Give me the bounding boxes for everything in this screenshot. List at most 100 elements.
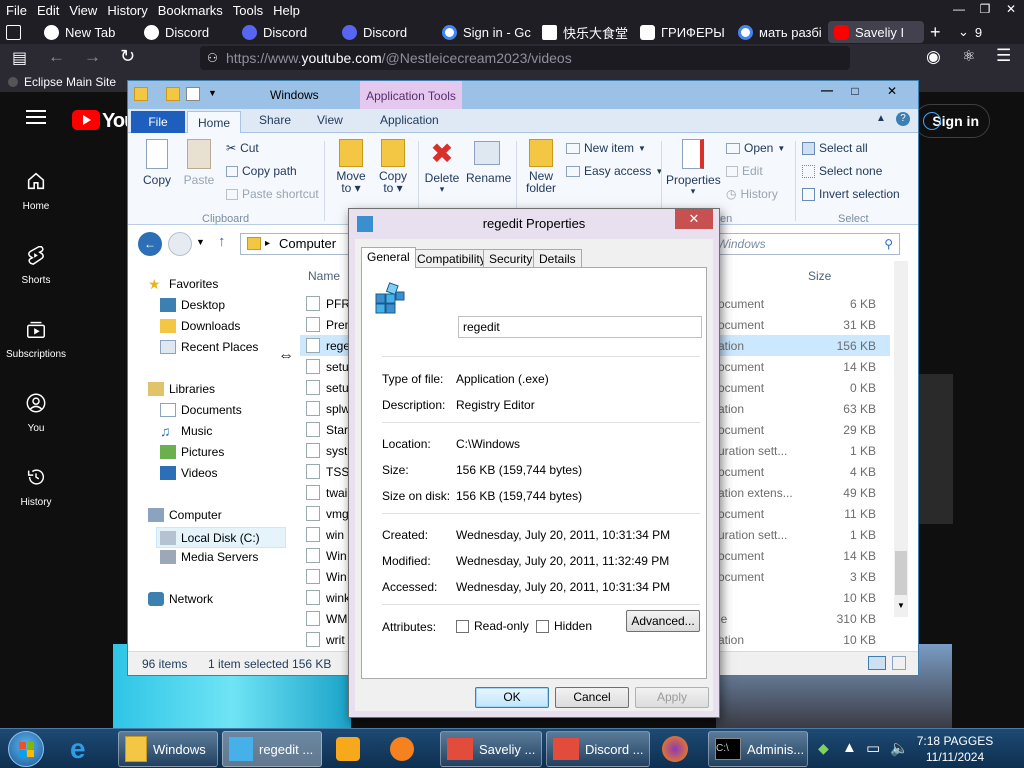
tab-griefers[interactable]: ГРИФЕРЫ [634,21,732,43]
nav-documents[interactable]: Documents [160,403,242,417]
nav-recent-places[interactable]: Recent Places [160,340,258,354]
minimize-icon[interactable]: — [946,0,972,18]
forward-icon[interactable]: → [84,47,101,67]
move-to-button[interactable]: Move to ▾ [334,139,368,194]
tab-share[interactable]: Share [259,113,291,127]
help-icon[interactable]: ? [896,112,910,126]
open-button[interactable]: Open ▼ [726,141,785,155]
tab-security[interactable]: Security [483,249,539,267]
taskbar-uc-browser[interactable] [384,731,430,767]
file-name-input[interactable]: regedit [458,316,702,338]
vertical-scrollbar[interactable]: ▼ [894,261,908,617]
chevron-up-icon[interactable]: ▲ [876,113,886,124]
new-folder-quick-icon[interactable] [186,87,200,101]
tab-compatibility[interactable]: Compatibility [411,249,492,267]
breadcrumb-computer[interactable]: Computer [279,236,336,251]
volume-muted-icon[interactable]: 🔈 [890,739,909,757]
new-item-button[interactable]: New item ▼ [566,141,646,155]
details-view-icon[interactable] [868,656,886,670]
nav-libraries[interactable]: Libraries [148,382,215,396]
menu-hamburger-icon[interactable]: ☰ [996,46,1011,66]
firefox-view-button[interactable] [0,21,38,43]
close-icon[interactable]: ✕ [870,81,914,101]
back-icon[interactable]: ← [138,232,162,256]
yt-nav-shorts[interactable]: Shorts [0,244,72,286]
apply-button[interactable]: Apply [635,687,709,708]
taskbar-media-player[interactable] [330,731,376,767]
nav-desktop[interactable]: Desktop [160,298,225,312]
large-icons-view-icon[interactable] [892,656,906,670]
properties-quick-icon[interactable] [166,87,180,101]
copy-button[interactable]: Copy [140,139,174,187]
menu-bookmarks[interactable]: Bookmarks [153,3,228,18]
tab-chinese[interactable]: 快乐大食堂 [536,21,634,43]
up-arrow-icon[interactable]: ↑ [218,233,226,250]
taskbar-saveliy[interactable]: Saveliy ... [440,731,542,767]
yt-nav-home[interactable]: Home [0,170,72,212]
tab-youtube-active[interactable]: Saveliy I [828,21,924,43]
easy-access-button[interactable]: Easy access ▼ [566,164,663,178]
extensions-icon[interactable]: ⚛ [962,47,975,65]
scrollbar-thumb[interactable] [895,551,907,595]
video-thumbnail[interactable] [917,374,953,524]
advanced-button[interactable]: Advanced... [626,610,700,632]
system-clock[interactable]: 7:18 PAGGES 11/11/2024 [910,733,1000,765]
nav-videos[interactable]: Videos [160,466,217,480]
taskbar-explorer-windows[interactable]: Windows [118,731,218,767]
taskbar-discord[interactable]: Discord ... [546,731,650,767]
nav-computer[interactable]: Computer [148,508,222,522]
taskbar-ie[interactable]: e [64,731,112,767]
tab-details[interactable]: Details [533,249,582,267]
paste-button[interactable]: Paste [182,139,216,187]
menu-help[interactable]: Help [268,3,305,18]
nav-favorites[interactable]: ★ Favorites [148,277,218,291]
search-icon[interactable]: ⚲ [884,234,893,254]
close-icon[interactable]: ✕ [675,209,713,229]
tray-app-icon[interactable]: ◆ [818,740,829,757]
youtube-sign-in-button[interactable]: Sign in [914,104,990,138]
edit-button[interactable]: Edit [726,164,763,178]
tab-general[interactable]: General [361,247,416,268]
tab-google-signin[interactable]: Sign in - Gc [436,21,536,43]
menu-history[interactable]: History [102,3,152,18]
new-tab-button[interactable]: + [924,21,952,43]
forward-icon[interactable] [168,232,192,256]
yt-nav-history[interactable]: History [0,466,72,508]
new-folder-button[interactable]: New folder [524,139,558,194]
url-bar[interactable]: ⚇ https://www.youtube.com/@Nestleicecrea… [200,46,850,70]
select-none-button[interactable]: Select none [802,164,882,178]
invert-selection-button[interactable]: Invert selection [802,187,900,201]
yt-nav-subscriptions[interactable]: Subscriptions [0,318,72,360]
youtube-logo-icon[interactable] [72,110,100,130]
taskbar-regedit[interactable]: regedit ... [222,731,322,767]
column-size[interactable]: Size [808,269,831,283]
delete-button[interactable]: ✖ Delete ▾ [424,139,460,194]
nav-music[interactable]: ♫ Music [160,424,212,438]
tab-discord-2[interactable]: Discord [236,21,336,43]
menu-edit[interactable]: Edit [32,3,64,18]
search-box[interactable]: Windows ⚲ [710,233,900,255]
column-name[interactable]: Name [308,269,340,283]
nav-network[interactable]: Network [148,592,213,606]
tab-discord-1[interactable]: Discord [138,21,236,43]
guide-menu-icon[interactable] [26,110,46,124]
account-icon[interactable]: ◉ [926,47,941,67]
hidden-checkbox[interactable]: Hidden [536,619,592,633]
taskbar-admin-cmd[interactable]: C:\ Adminis... [708,731,808,767]
readonly-checkbox[interactable]: Read-only [456,619,529,633]
copy-path-button[interactable]: Copy path [226,164,297,178]
cut-button[interactable]: ✂ Cut [226,141,259,155]
menu-tools[interactable]: Tools [228,3,268,18]
close-icon[interactable]: ✕ [998,0,1024,18]
maximize-icon[interactable]: □ [842,81,868,101]
taskbar-firefox[interactable] [656,731,702,767]
tab-application[interactable]: Application [380,113,439,127]
tab-google-search[interactable]: мать разбі [732,21,828,43]
nav-media-servers[interactable]: Media Servers [160,550,258,564]
restore-icon[interactable]: ❐ [972,0,998,18]
select-all-button[interactable]: Select all [802,141,868,155]
nav-local-disk[interactable]: Local Disk (C:) [156,527,286,548]
tab-home[interactable]: Home [187,111,241,134]
tab-new-tab[interactable]: New Tab [38,21,138,43]
chevron-down-icon[interactable]: ▼ [208,88,217,98]
